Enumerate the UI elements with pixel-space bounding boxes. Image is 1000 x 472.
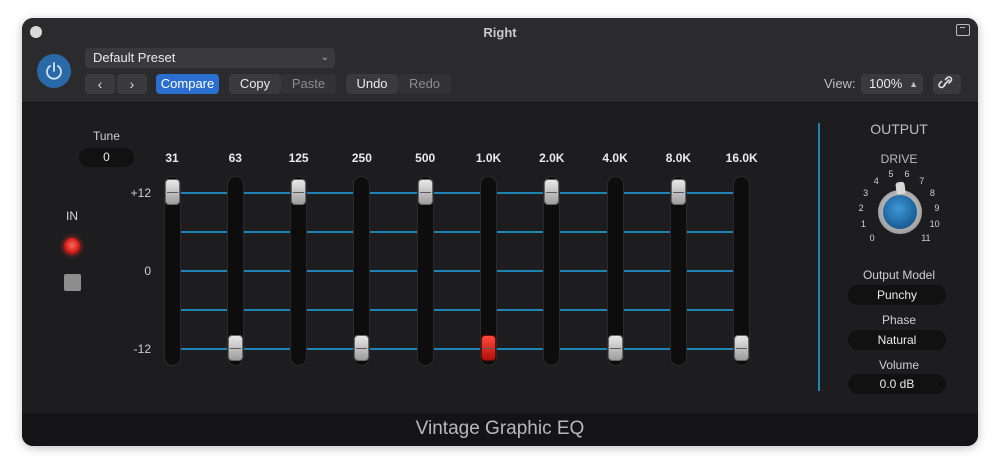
grid-line-lower [178, 309, 734, 311]
band-slider-thumb[interactable] [354, 335, 370, 361]
band-frequency-label: 16.0K [725, 151, 758, 165]
drive-knob-cap [883, 195, 917, 229]
previous-preset-button[interactable]: ‹ [85, 74, 115, 94]
output-title: OUTPUT [870, 121, 928, 137]
band-frequency-label: 8.0K [665, 151, 692, 165]
preset-label: Default Preset [93, 50, 176, 65]
window-title: Right [483, 25, 517, 40]
drive-scale-number: 0 [869, 232, 875, 243]
grid-line-top [178, 192, 734, 194]
band-slider-thumb[interactable] [607, 335, 623, 361]
plugin-name: Vintage Graphic EQ [415, 418, 585, 439]
band-slider-thumb[interactable] [291, 179, 307, 205]
power-icon [46, 62, 62, 80]
compare-button[interactable]: Compare [156, 74, 219, 94]
phase-label: Phase [881, 313, 917, 327]
plugin-window: Right Default Preset ⌄ ‹ › Compare Copy … [22, 18, 978, 446]
band-slider-thumb[interactable] [670, 179, 686, 205]
band-frequency-label: 250 [351, 151, 372, 165]
drive-scale-number: 5 [888, 168, 894, 179]
band-slider-thumb[interactable] [417, 179, 433, 205]
plugin-footer: Vintage Graphic EQ [22, 413, 978, 446]
band-frequency-label: 1.0K [475, 151, 502, 165]
view-label: View: [824, 76, 856, 91]
drive-scale-number: 6 [904, 168, 910, 179]
drive-knob-pointer [895, 181, 906, 195]
band-frequency-label: 500 [415, 151, 436, 165]
grid-line-mid [178, 270, 734, 272]
power-button[interactable] [37, 54, 71, 88]
drive-scale-number: 1 [860, 219, 866, 230]
output-model-label: Output Model [862, 268, 936, 282]
input-led-button[interactable] [64, 238, 80, 254]
drive-scale-number: 11 [921, 232, 931, 243]
band-frequency-label: 4.0K [602, 151, 628, 165]
band-frequency-label: 2.0K [539, 151, 565, 165]
band-frequency-label: 125 [288, 151, 309, 165]
scale-label-top: +12 [130, 186, 151, 200]
volume-label: Volume [878, 358, 920, 372]
chevron-right-icon: › [129, 76, 135, 92]
redo-button[interactable]: Redo [398, 74, 451, 94]
view-zoom-value: 100% [869, 76, 903, 91]
phase-select[interactable]: Natural [848, 330, 946, 350]
tune-field[interactable]: 0 [79, 148, 134, 167]
drive-scale-number: 2 [858, 203, 864, 214]
grid-line-upper [178, 231, 734, 233]
eq-panel: Tune 0 IN +12 0 -12 31 63 125 250 500 1.0K 2.0… [22, 103, 978, 413]
drive-scale-number: 7 [919, 175, 925, 186]
band-slider-thumb[interactable] [227, 335, 243, 361]
drive-scale-number: 9 [934, 203, 940, 214]
scale-label-mid: 0 [144, 264, 151, 278]
drive-scale-number: 8 [929, 187, 935, 198]
title-bar: Right [22, 18, 978, 46]
copy-button[interactable]: Copy [229, 74, 281, 94]
view-zoom-select[interactable]: 100% ▲ [861, 74, 923, 94]
tune-label: Tune [93, 129, 120, 143]
chevron-down-icon: ⌄ [320, 52, 329, 63]
drive-knob[interactable]: 0 1 2 3 4 5 6 7 8 9 10 11 [850, 168, 948, 260]
drive-scale-number: 4 [873, 175, 879, 186]
band-slider-thumb[interactable] [544, 179, 560, 205]
drive-label: DRIVE [880, 152, 918, 166]
panel-divider [818, 123, 820, 391]
input-toggle-button[interactable] [64, 274, 81, 291]
volume-field[interactable]: 0.0 dB [848, 374, 946, 394]
chevron-left-icon: ‹ [97, 76, 103, 92]
drive-scale-number: 10 [929, 219, 940, 230]
plugin-toolbar: Default Preset ⌄ ‹ › Compare Copy Paste … [22, 46, 978, 103]
input-label: IN [66, 209, 78, 223]
band-frequency-label: 63 [228, 151, 242, 165]
scale-label-bottom: -12 [133, 342, 151, 356]
output-model-select[interactable]: Punchy [848, 285, 946, 305]
next-preset-button[interactable]: › [117, 74, 147, 94]
band-slider-thumb[interactable] [734, 335, 750, 361]
band-frequency-label: 31 [165, 151, 179, 165]
window-action-icon[interactable] [956, 24, 970, 36]
paste-button[interactable]: Paste [281, 74, 336, 94]
link-icon [938, 76, 953, 89]
stepper-icon: ▲ [909, 79, 918, 89]
grid-line-bottom [178, 348, 734, 350]
preset-dropdown[interactable]: Default Preset ⌄ [85, 48, 335, 68]
undo-button[interactable]: Undo [346, 74, 398, 94]
band-slider-thumb[interactable] [164, 179, 180, 205]
drive-scale-number: 3 [863, 187, 869, 198]
link-button[interactable] [933, 74, 961, 94]
band-slider-thumb[interactable] [481, 335, 496, 361]
